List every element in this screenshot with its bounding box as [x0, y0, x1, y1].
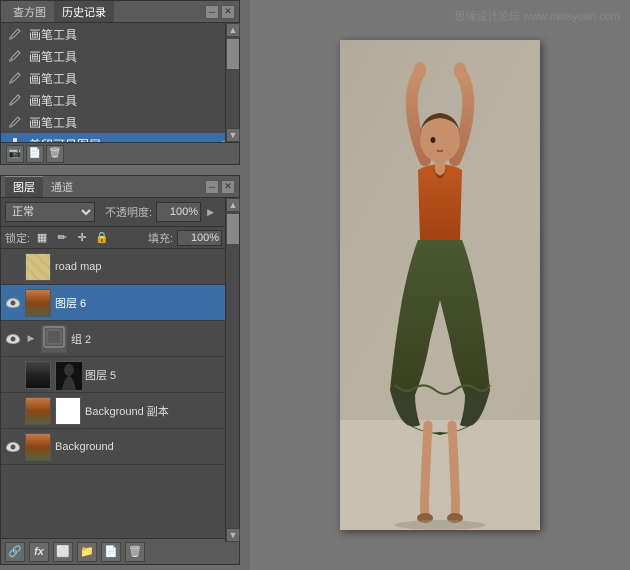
layer-visibility-toggle[interactable]	[5, 259, 21, 275]
layer-thumbnail	[41, 325, 67, 353]
history-item[interactable]: 画笔工具	[1, 111, 239, 133]
layer-thumbnail	[25, 253, 51, 281]
history-item-label: 画笔工具	[29, 26, 77, 43]
opacity-arrow-icon[interactable]: ▶	[207, 207, 214, 218]
brush-icon	[7, 92, 23, 108]
add-mask-btn[interactable]: ⬜	[53, 542, 73, 562]
history-item-label: 画笔工具	[29, 48, 77, 65]
group-expand-icon[interactable]: ▶	[25, 333, 37, 345]
layer-name: road map	[55, 261, 235, 273]
blend-mode-select[interactable]: 正常	[5, 202, 95, 222]
layer-visibility-toggle[interactable]	[5, 403, 21, 419]
layer-item-group2[interactable]: ▶ 组 2	[1, 321, 239, 357]
layer-name: Background	[55, 441, 219, 453]
layer-item-layer5[interactable]: 图层 5	[1, 357, 239, 393]
new-snapshot-btn[interactable]: 📷	[6, 145, 24, 163]
history-item[interactable]: 画笔工具	[1, 67, 239, 89]
layers-scrollbar[interactable]: ▲ ▼	[225, 198, 239, 542]
eye-icon	[6, 334, 20, 344]
scroll-down-arrow[interactable]: ▼	[226, 528, 240, 542]
layer-visibility-toggle[interactable]	[5, 331, 21, 347]
layers-controls-row: 正常 不透明度: ▶	[1, 198, 239, 227]
layer-name: 图层 5	[85, 367, 235, 383]
lock-row: 锁定: ▦ ✏ ✛ 🔒 填充: ▶	[1, 227, 239, 249]
history-item[interactable]: 画笔工具	[1, 45, 239, 67]
layer-mask-thumbnail	[55, 361, 81, 389]
new-layer-btn[interactable]: 📄	[101, 542, 121, 562]
lock-position-btn[interactable]: ✛	[74, 230, 90, 246]
layer-visibility-toggle[interactable]	[5, 295, 21, 311]
canvas-image[interactable]	[340, 40, 540, 530]
fx-btn[interactable]: fx	[29, 542, 49, 562]
new-group-btn[interactable]: 📁	[77, 542, 97, 562]
eye-icon	[6, 442, 20, 452]
scroll-thumb[interactable]	[227, 39, 239, 69]
layer-visibility-toggle[interactable]	[5, 439, 21, 455]
eye-icon	[6, 298, 20, 308]
delete-btn[interactable]: 🗑	[46, 145, 64, 163]
lock-paint-btn[interactable]: ✏	[54, 230, 70, 246]
scroll-track	[226, 212, 239, 528]
layers-panel-controls: ─ ✕	[205, 180, 235, 194]
layer-item-road-map[interactable]: road map	[1, 249, 239, 285]
layer-name: 图层 6	[55, 295, 235, 311]
opacity-label: 不透明度:	[105, 204, 152, 220]
delete-layer-btn[interactable]: 🗑	[125, 542, 145, 562]
fill-input[interactable]	[177, 230, 222, 246]
close-btn[interactable]: ✕	[221, 5, 235, 19]
history-item[interactable]: 画笔工具	[1, 89, 239, 111]
history-item-label: 画笔工具	[29, 114, 77, 131]
history-item[interactable]: 画笔工具	[1, 23, 239, 45]
layers-bottom-bar: 🔗 fx ⬜ 📁 📄 🗑	[1, 538, 239, 564]
layers-panel-tabs: 图层 通道 ─ ✕	[1, 176, 239, 198]
link-layers-btn[interactable]: 🔗	[5, 542, 25, 562]
watermark: 思缘设计论坛 www.missyuan.com	[454, 8, 620, 24]
history-panel: 查方图 历史记录 ─ ✕ 画笔工具 画笔工具	[0, 0, 240, 165]
brush-icon	[7, 48, 23, 64]
tab-history[interactable]: 历史记录	[54, 1, 114, 22]
layer-item-layer6[interactable]: 图层 6	[1, 285, 239, 321]
layer-name: Background 副本	[85, 403, 235, 419]
brush-icon	[7, 114, 23, 130]
close-btn[interactable]: ✕	[221, 180, 235, 194]
history-list: 画笔工具 画笔工具 画笔工具	[1, 23, 239, 143]
brush-icon	[7, 26, 23, 42]
history-item-label: 画笔工具	[29, 70, 77, 87]
lock-transparent-btn[interactable]: ▦	[34, 230, 50, 246]
layer-thumbnail	[25, 361, 51, 389]
tab-channels[interactable]: 通道	[43, 176, 81, 197]
layer-item-bg-copy[interactable]: Background 副本	[1, 393, 239, 429]
history-scrollbar[interactable]: ▲ ▼	[225, 23, 239, 142]
canvas-area	[250, 0, 630, 570]
minimize-btn[interactable]: ─	[205, 5, 219, 19]
brush-icon	[7, 70, 23, 86]
scroll-up-arrow[interactable]: ▲	[226, 198, 240, 212]
layer-thumbnail	[25, 289, 51, 317]
minimize-btn[interactable]: ─	[205, 180, 219, 194]
layer-thumbnail	[25, 433, 51, 461]
history-bottom-bar: 📷 📄 🗑	[1, 142, 239, 164]
lock-all-btn[interactable]: 🔒	[94, 230, 110, 246]
opacity-input[interactable]	[156, 202, 201, 222]
layer-mask-thumbnail	[55, 397, 81, 425]
tab-chaofangtu[interactable]: 查方图	[5, 1, 54, 22]
tab-layers[interactable]: 图层	[5, 176, 43, 197]
layer-item-background[interactable]: Background 🔒	[1, 429, 239, 465]
layer-name: 组 2	[71, 331, 235, 347]
history-panel-tabs: 查方图 历史记录 ─ ✕	[1, 1, 239, 23]
history-item-label: 画笔工具	[29, 92, 77, 109]
scroll-thumb[interactable]	[227, 214, 239, 244]
layer-visibility-toggle[interactable]	[5, 367, 21, 383]
scroll-track	[226, 37, 239, 128]
fill-label: 填充:	[148, 230, 173, 246]
layers-panel: 图层 通道 ─ ✕ 正常 不透明度: ▶ 锁定: ▦ ✏ ✛ 🔒 填充: ▶	[0, 175, 240, 565]
layers-list: road map 图层 6 ▶ 组 2	[1, 249, 239, 534]
lock-label: 锁定:	[5, 230, 30, 246]
panel-controls: ─ ✕	[205, 5, 235, 19]
scroll-down-arrow[interactable]: ▼	[226, 128, 240, 142]
layer-thumbnail	[25, 397, 51, 425]
new-document-btn[interactable]: 📄	[26, 145, 44, 163]
scroll-up-arrow[interactable]: ▲	[226, 23, 240, 37]
